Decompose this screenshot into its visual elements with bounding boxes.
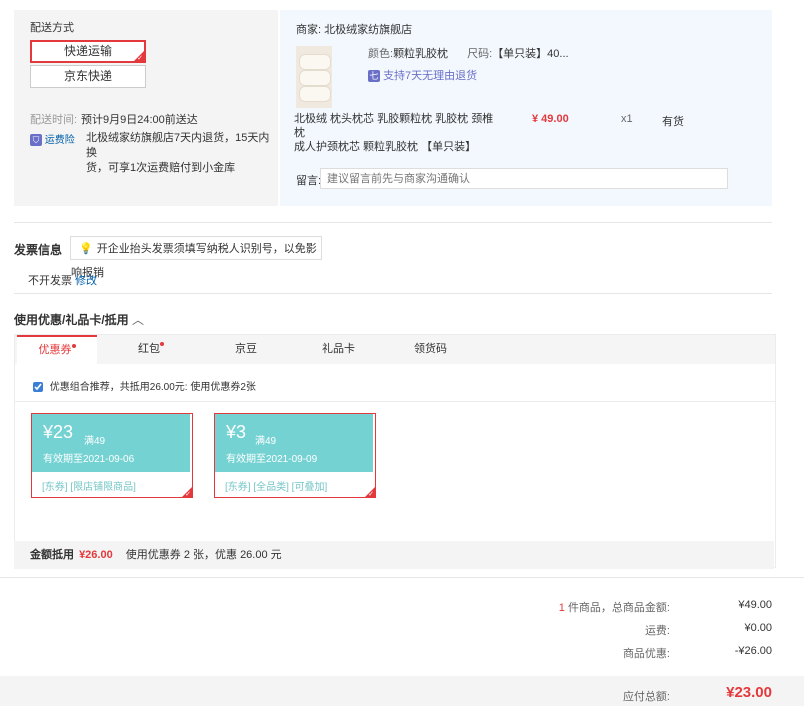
return-policy-text: 支持7天无理由退货 bbox=[383, 70, 478, 82]
combo-checkbox[interactable] bbox=[33, 382, 43, 393]
product-thumbnail[interactable] bbox=[296, 46, 332, 108]
product-price: ¥ 49.00 bbox=[532, 113, 569, 125]
product-title-line: 成人护颈枕芯 颗粒乳胶枕 【单只装】 bbox=[294, 141, 477, 153]
promo-value: -¥26.00 bbox=[734, 645, 772, 657]
product-quantity: x1 bbox=[621, 113, 633, 125]
coupon-tags: [东券] [限店铺限商品] bbox=[42, 482, 136, 493]
tab-jd-beans[interactable]: 京豆 bbox=[235, 335, 257, 364]
coupon-expiry: 有效期至2021-09-06 bbox=[43, 454, 135, 465]
section-divider bbox=[14, 293, 772, 294]
message-label: 留言: bbox=[296, 175, 322, 187]
check-icon: ✓ bbox=[185, 491, 191, 498]
freight-insurance-badge[interactable]: ⛉ 运费险 bbox=[30, 131, 75, 147]
product-attributes: 颜色:颗粒乳胶枕 尺码:【单只装】40... bbox=[368, 45, 569, 61]
merchant-label: 商家: bbox=[296, 24, 322, 36]
message-input[interactable] bbox=[320, 168, 728, 189]
total-label: 应付总额: bbox=[622, 691, 670, 703]
tab-gift-card[interactable]: 礼品卡 bbox=[322, 335, 355, 364]
invoice-modify-link[interactable]: 修改 bbox=[75, 275, 97, 287]
coupon-card[interactable]: ¥23 满49 有效期至2021-09-06 [东券] [限店铺限商品] ✓ bbox=[31, 413, 193, 498]
insurance-description: 北极绒家纺旗舰店7天内退货，15天内换 货，可享1次运费赔付到小金库 bbox=[86, 131, 278, 176]
section-divider bbox=[14, 222, 772, 223]
pillow-shape bbox=[299, 70, 331, 86]
invoice-tip-text: 开企业抬头发票须填写纳税人识别号，以免影响报销 bbox=[71, 243, 317, 279]
shipping-option-label: 快递运输 bbox=[63, 44, 112, 58]
footer-text: 使用优惠券 2 张，优惠 26.00 元 bbox=[125, 549, 282, 561]
shipping-title: 配送方式 bbox=[30, 22, 74, 34]
tab-label: 红包 bbox=[138, 343, 160, 355]
coupon-amount: ¥3 bbox=[226, 422, 247, 442]
return-policy-icon: 七 bbox=[368, 70, 380, 83]
invoice-tooltip: 💡 开企业抬头发票须填写纳税人识别号，以免影响报销 bbox=[70, 236, 322, 279]
lightbulb-icon: 💡 bbox=[79, 243, 93, 255]
freight-insurance-label: 运费险 bbox=[44, 135, 75, 146]
coupon-amount: ¥23 bbox=[43, 422, 74, 442]
delivery-time-label: 配送时间: bbox=[30, 114, 78, 126]
coupon-divider bbox=[15, 401, 775, 402]
product-title-line: 北极绒 枕头枕芯 乳胶颗粒枕 乳胶枕 颈椎枕 bbox=[294, 113, 494, 139]
coupon-tags: [东券] [全品类] [可叠加] bbox=[225, 482, 328, 493]
coupon-tabs: 优惠券 红包 京豆 礼品卡 领货码 bbox=[15, 335, 775, 364]
new-dot bbox=[160, 342, 164, 346]
stock-status: 有货 bbox=[662, 116, 684, 128]
coupon-expiry: 有效期至2021-09-09 bbox=[226, 454, 318, 465]
shipping-panel: 配送方式 快递运输 ✓ 京东快递 配送时间: 预计9月9日24:00前送达 ⛉ … bbox=[14, 10, 278, 206]
freight-label: 运费: bbox=[644, 625, 670, 637]
color-label: 颜色: bbox=[368, 48, 394, 60]
total-bar: 应付总额: ¥23.00 bbox=[0, 676, 804, 706]
promo-label: 商品优惠: bbox=[622, 648, 670, 660]
freight-value: ¥0.00 bbox=[744, 622, 772, 634]
check-icon: ✓ bbox=[137, 55, 143, 62]
coupon-header: ¥23 满49 有效期至2021-09-06 bbox=[32, 414, 190, 472]
new-dot bbox=[71, 344, 76, 348]
delivery-time-value: 预计9月9日24:00前送达 bbox=[81, 114, 198, 126]
merchant-name[interactable]: 北极绒家纺旗舰店 bbox=[324, 24, 412, 36]
invoice-status: 不开发票 bbox=[28, 275, 72, 287]
return-policy: 七 支持7天无理由退货 bbox=[368, 67, 477, 83]
total-value: ¥23.00 bbox=[726, 684, 772, 701]
footer-label: 金额抵用 bbox=[30, 549, 74, 561]
invoice-title: 发票信息 bbox=[14, 243, 63, 257]
item-count: 1 bbox=[558, 602, 565, 614]
order-item-panel: 商家: 北极绒家纺旗舰店 颜色:颗粒乳胶枕 尺码:【单只装】40... 七 支持… bbox=[280, 10, 772, 206]
section-divider bbox=[0, 577, 804, 578]
invoice-status-row: 不开发票 修改 bbox=[28, 272, 97, 288]
tab-pickup-code[interactable]: 领货码 bbox=[414, 335, 447, 364]
coupon-footer: 金额抵用 ¥26.00 使用优惠券 2 张，优惠 26.00 元 bbox=[14, 541, 774, 569]
coupon-card[interactable]: ¥3 满49 有效期至2021-09-09 [东券] [全品类] [可叠加] ✓ bbox=[214, 413, 376, 498]
shipping-option-jd-express[interactable]: 京东快递 bbox=[30, 65, 146, 88]
color-value: 颗粒乳胶枕 bbox=[393, 48, 449, 60]
tab-coupons[interactable]: 优惠券 bbox=[17, 335, 97, 364]
size-value: 【单只装】40... bbox=[492, 48, 569, 60]
coupon-threshold: 满49 bbox=[84, 436, 106, 447]
discount-section-header[interactable]: 使用优惠/礼品卡/抵用 ︿ bbox=[14, 311, 144, 328]
combo-text: 优惠组合推荐，共抵用26.00元: 使用优惠券2张 bbox=[49, 382, 256, 393]
product-title[interactable]: 北极绒 枕头枕芯 乳胶颗粒枕 乳胶枕 颈椎枕 成人护颈枕芯 颗粒乳胶枕 【单只装… bbox=[294, 112, 504, 154]
shield-icon: ⛉ bbox=[30, 134, 42, 147]
combo-recommend-row: 优惠组合推荐，共抵用26.00元: 使用优惠券2张 bbox=[33, 378, 256, 393]
items-total-label: 1 件商品，总商品金额: bbox=[490, 599, 670, 615]
check-icon: ✓ bbox=[368, 491, 374, 498]
shipping-option-label: 京东快递 bbox=[63, 69, 112, 83]
merchant-row: 商家: 北极绒家纺旗舰店 bbox=[296, 21, 412, 37]
coupon-threshold: 满49 bbox=[255, 436, 277, 447]
items-total-value: ¥49.00 bbox=[738, 599, 772, 611]
insurance-line: 北极绒家纺旗舰店7天内退货，15天内换 bbox=[86, 132, 270, 159]
insurance-line: 货，可享1次运费赔付到小金库 bbox=[86, 162, 236, 174]
footer-amount: ¥26.00 bbox=[79, 549, 113, 561]
pillow-shape bbox=[299, 86, 331, 102]
items-label: 件商品，总商品金额: bbox=[567, 602, 670, 614]
coupon-header: ¥3 满49 有效期至2021-09-09 bbox=[215, 414, 373, 472]
chevron-up-icon: ︿ bbox=[132, 313, 145, 327]
size-label: 尺码: bbox=[467, 48, 493, 60]
shipping-option-express[interactable]: 快递运输 ✓ bbox=[30, 40, 146, 63]
tab-label: 优惠券 bbox=[38, 344, 72, 356]
tab-red-packet[interactable]: 红包 bbox=[138, 335, 164, 364]
pillow-shape bbox=[299, 54, 331, 70]
discount-title: 使用优惠/礼品卡/抵用 bbox=[14, 313, 129, 327]
